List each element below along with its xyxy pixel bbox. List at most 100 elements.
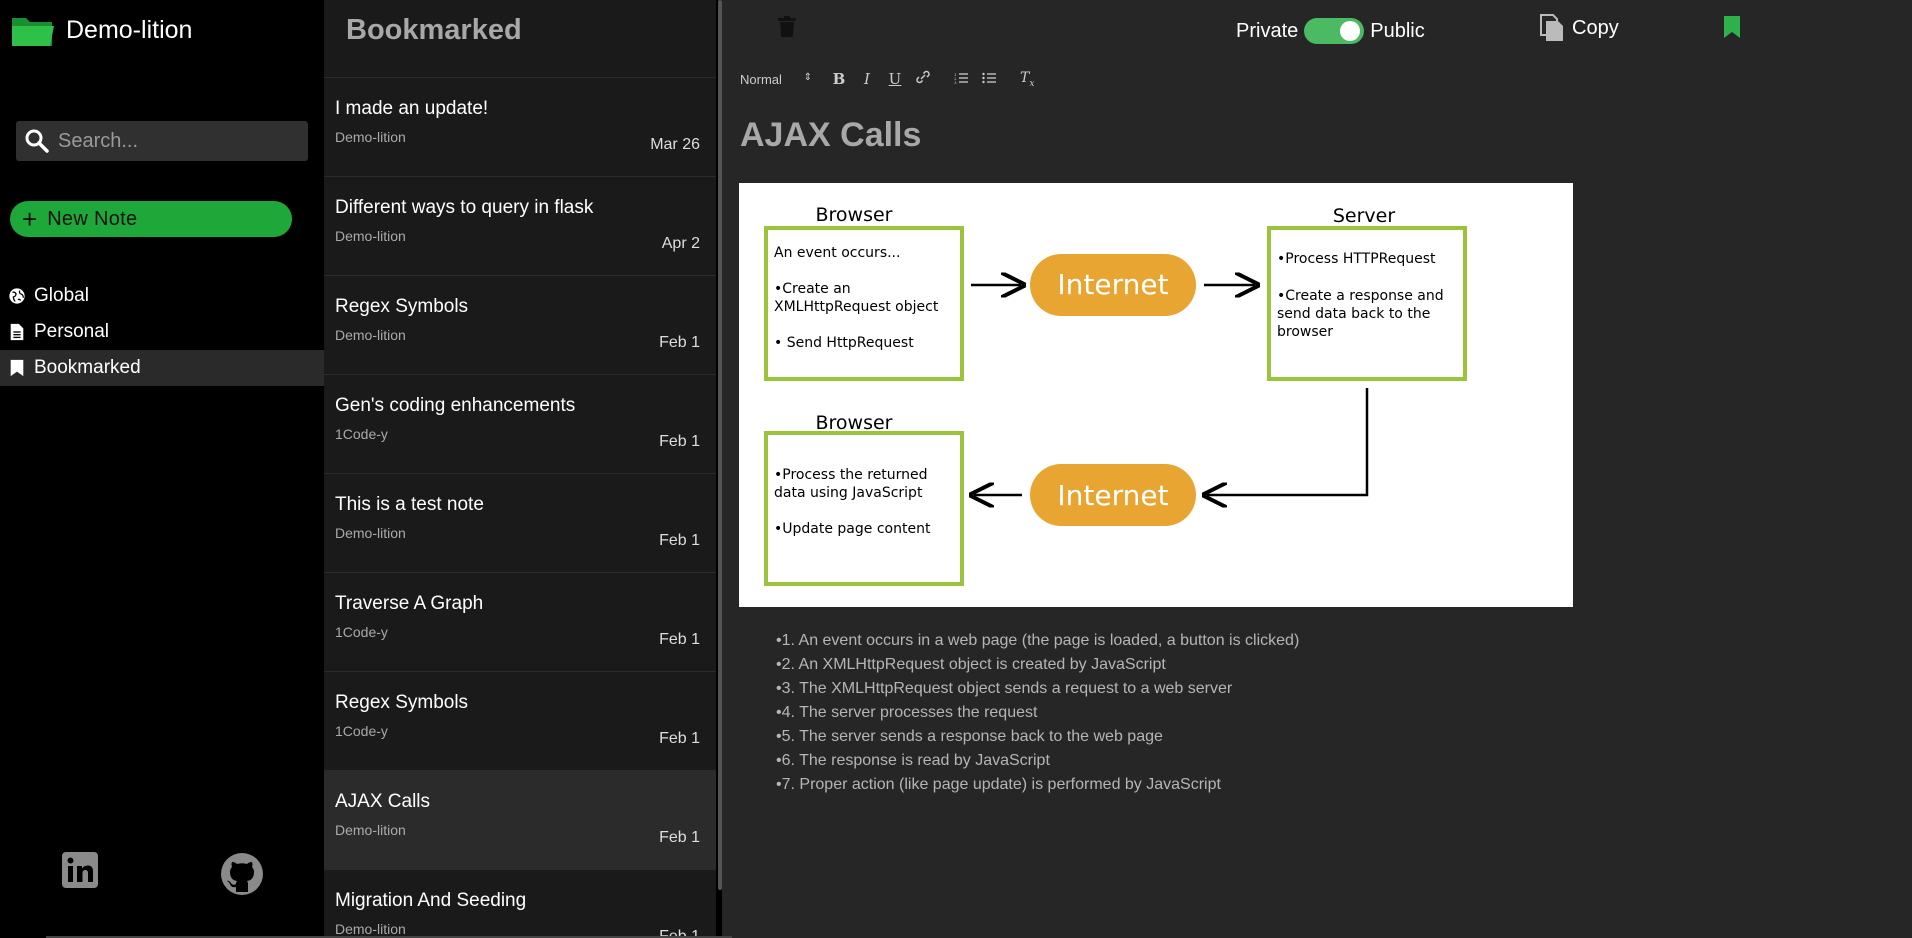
note-title: Migration And Seeding (335, 890, 527, 911)
app-root: Demo-lition + New Note Global (0, 0, 1912, 938)
note-list-item[interactable]: Different ways to query in flask Demo-li… (324, 177, 716, 276)
format-select[interactable]: Normal ⇕ (740, 72, 818, 87)
bookmark-icon (10, 359, 24, 377)
private-label: Private (1236, 19, 1299, 42)
app-name: Demo-lition (66, 15, 193, 44)
note-date: Apr 2 (661, 235, 700, 252)
folder-icon (12, 18, 54, 46)
diagram-text: data using JavaScript (774, 485, 923, 501)
clear-format-icon: Tx (1020, 69, 1035, 89)
format-select-value: Normal (740, 71, 782, 87)
note-title: Gen's coding enhancements (335, 395, 576, 416)
note-editor: Private Public Copy Normal ⇕ B I U 1 2 3… (722, 0, 1912, 938)
new-note-label: New Note (47, 207, 138, 230)
list-item: 2. An XMLHttpRequest object is created b… (776, 656, 1299, 680)
diagram-text: • Send HttpRequest (774, 335, 914, 351)
ordered-list-button[interactable]: 123 (954, 70, 968, 88)
diagram-text: XMLHttpRequest object (774, 299, 939, 315)
privacy-switch: Private Public (1236, 18, 1425, 44)
note-title: Traverse A Graph (335, 593, 484, 614)
trash-icon (778, 16, 796, 37)
bookmark-icon (1724, 16, 1740, 38)
note-date: Feb 1 (659, 631, 700, 648)
note-list-item[interactable]: I made an update! Demo-lition Mar 26 (324, 78, 716, 177)
diagram-text: •Create an (774, 281, 851, 297)
sidebar: Demo-lition + New Note Global (0, 0, 324, 938)
note-title: I made an update! (335, 98, 489, 119)
list-item: 6. The response is read by JavaScript (776, 752, 1299, 776)
note-list-item[interactable]: Regex Symbols 1Code-y Feb 1 (324, 672, 716, 771)
ajax-diagram-image: Browser An event occurs... •Create an XM… (739, 183, 1573, 607)
note-title: Regex Symbols (335, 296, 469, 317)
note-list-item-active[interactable]: AJAX Calls Demo-lition Feb 1 (324, 771, 716, 870)
sidebar-item-personal[interactable]: Personal (0, 314, 324, 350)
note-date: Mar 26 (650, 136, 700, 153)
sidebar-item-label: Personal (34, 321, 109, 342)
github-link[interactable] (220, 852, 264, 896)
search-box (16, 121, 308, 161)
globe-icon (9, 288, 25, 304)
copy-icon (1540, 14, 1563, 41)
clear-format-button[interactable]: Tx (1020, 70, 1034, 89)
editor-toolbar: Normal ⇕ B I U 123 Tx (740, 68, 1034, 90)
list-item: 5. The server sends a response back to t… (776, 728, 1299, 752)
server-label: Server (1333, 205, 1395, 227)
note-date: Feb 1 (659, 433, 700, 450)
note-title: This is a test note (335, 494, 484, 515)
bullet-list-button[interactable] (982, 70, 996, 88)
github-icon (221, 853, 263, 895)
diagram-text: •Create a response and (1277, 288, 1444, 304)
note-list-item[interactable]: This is a test note Demo-lition Feb 1 (324, 474, 716, 573)
sidebar-item-label: Global (34, 285, 89, 306)
note-body-list: 1. An event occurs in a web page (the pa… (776, 632, 1300, 800)
diagram-text: An event occurs... (774, 245, 900, 261)
browser-label: Browser (816, 204, 893, 226)
note-date: Feb 1 (659, 829, 700, 846)
sidebar-nav: Global Personal Bookmarked (0, 278, 324, 386)
note-list-item[interactable]: Gen's coding enhancements 1Code-y Feb 1 (324, 375, 716, 474)
search-input[interactable] (58, 129, 298, 153)
internet-label: Internet (1057, 479, 1168, 512)
bold-button[interactable]: B (832, 70, 846, 88)
ajax-diagram-svg: Browser An event occurs... •Create an XM… (764, 204, 1467, 586)
diagram-text: send data back to the (1277, 306, 1430, 322)
list-item: 7. Proper action (like page update) is p… (776, 776, 1299, 800)
linkedin-link[interactable] (62, 852, 98, 888)
diagram-text: •Process the returned (774, 467, 928, 483)
link-button[interactable] (916, 70, 930, 88)
sidebar-item-label: Bookmarked (34, 357, 141, 378)
copy-button[interactable]: Copy (1540, 14, 1619, 42)
note-title: Regex Symbols (335, 692, 469, 713)
note-author: Demo-lition (335, 228, 406, 244)
new-note-button[interactable]: + New Note (10, 201, 292, 237)
bullet-list-icon (982, 72, 996, 84)
list-item: 3. The XMLHttpRequest object sends a req… (776, 680, 1299, 704)
privacy-toggle[interactable] (1304, 18, 1365, 44)
note-date: Feb 1 (659, 730, 700, 747)
search-icon (25, 129, 49, 153)
note-list-item[interactable]: Regex Symbols Demo-lition Feb 1 (324, 276, 716, 375)
note-title: Different ways to query in flask (335, 197, 594, 218)
bookmark-button[interactable] (1724, 16, 1740, 43)
ordered-list-icon: 123 (954, 72, 968, 85)
brand[interactable]: Demo-lition (10, 12, 192, 48)
sidebar-item-global[interactable]: Global (0, 278, 324, 314)
plus-icon: + (22, 204, 38, 234)
toggle-knob (1340, 21, 1361, 41)
browser-box (764, 431, 964, 586)
list-item: 1. An event occurs in a web page (the pa… (776, 632, 1300, 656)
list-item: 4. The server processes the request (776, 704, 1299, 728)
note-title: AJAX Calls (335, 791, 431, 812)
note-list-title: Bookmarked (324, 0, 716, 78)
internet-label: Internet (1057, 268, 1168, 301)
chevron-updown-icon: ⇕ (803, 71, 812, 83)
note-date: Feb 1 (659, 334, 700, 351)
diagram-text: browser (1277, 324, 1333, 340)
link-icon (916, 70, 930, 84)
note-list-item[interactable]: Traverse A Graph 1Code-y Feb 1 (324, 573, 716, 672)
note-list-item[interactable]: Migration And Seeding Demo-lition Feb 1 (324, 870, 716, 938)
italic-button[interactable]: I (860, 70, 874, 88)
underline-button[interactable]: U (888, 70, 902, 88)
sidebar-item-bookmarked[interactable]: Bookmarked (0, 350, 324, 386)
delete-button[interactable] (778, 16, 796, 43)
